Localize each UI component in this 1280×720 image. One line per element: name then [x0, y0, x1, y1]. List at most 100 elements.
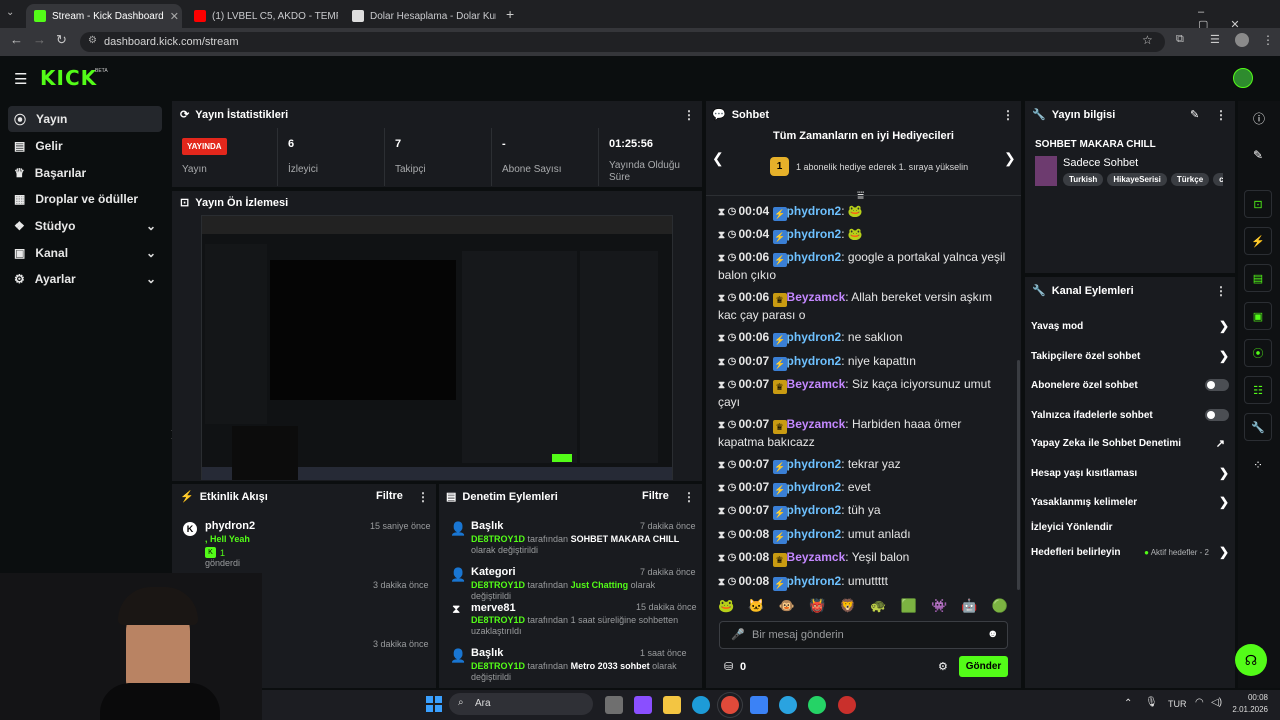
gifters-prev-icon[interactable]: ❮: [712, 150, 724, 167]
chat-scrollbar[interactable]: [1017, 360, 1020, 590]
rail-doc-icon[interactable]: ▤: [1244, 264, 1272, 292]
emote-icon[interactable]: 🤖: [961, 598, 977, 614]
mod-tools-icon[interactable]: ⧗ ◷: [718, 420, 739, 431]
activity-user[interactable]: phydron2: [205, 520, 255, 532]
rail-bolt-icon[interactable]: ⚡: [1244, 227, 1272, 255]
chrome-icon[interactable]: [721, 696, 739, 714]
toggle-switch[interactable]: [1205, 409, 1229, 421]
emote-icon[interactable]: 🟢: [992, 598, 1008, 614]
mod-tools-icon[interactable]: ⧗ ◷: [718, 357, 739, 368]
emote-icon[interactable]: 🟩: [901, 598, 917, 614]
mod-tools-icon[interactable]: ⧗ ◷: [718, 530, 739, 541]
tag[interactable]: Turkish: [1063, 173, 1104, 186]
channel-action-row[interactable]: Yalnızca ifadelerle sohbet: [1031, 407, 1229, 423]
rail-wrench-icon[interactable]: 🔧: [1244, 413, 1272, 441]
sidebar-item-ayarlar[interactable]: ⚙ Ayarlar ⌄: [8, 266, 162, 292]
task-view-icon[interactable]: [605, 696, 623, 714]
emote-icon[interactable]: 🐸: [718, 598, 734, 614]
chevron-right-icon[interactable]: ❯: [1219, 495, 1229, 509]
reload-icon[interactable]: ↻: [56, 32, 67, 48]
mod-tools-icon[interactable]: ⧗ ◷: [718, 293, 739, 304]
edge-icon[interactable]: [692, 696, 710, 714]
chat-username[interactable]: phydron2: [787, 227, 842, 241]
sidebar-item-studyo[interactable]: ❖ Stüdyo ⌄: [8, 213, 162, 239]
external-link-icon[interactable]: ↗: [1216, 437, 1225, 450]
actions-menu-icon[interactable]: ⋮: [1215, 284, 1227, 298]
site-info-icon[interactable]: ⚙: [88, 35, 97, 46]
emote-icon[interactable]: 🐵: [779, 598, 795, 614]
chat-username[interactable]: phydron2: [787, 527, 842, 541]
mod-tools-icon[interactable]: ⧗ ◷: [718, 207, 739, 218]
hamburger-icon[interactable]: ☰: [14, 70, 27, 88]
mod-tools-icon[interactable]: ⧗ ◷: [718, 380, 739, 391]
back-icon[interactable]: ←: [10, 32, 23, 47]
media-icon[interactable]: ☰: [1210, 33, 1220, 46]
channel-action-row[interactable]: Takipçilere özel sohbet ❯: [1031, 348, 1229, 364]
emote-icon[interactable]: 👹: [809, 598, 825, 614]
category-thumbnail[interactable]: [1035, 156, 1057, 186]
browser-menu-icon[interactable]: ⋮: [1262, 33, 1274, 47]
mod-tools-icon[interactable]: ⧗ ◷: [718, 483, 739, 494]
chevron-right-icon[interactable]: ❯: [1219, 545, 1229, 559]
mod-tools-icon[interactable]: ⧗ ◷: [718, 253, 739, 264]
category-name[interactable]: Sadece Sohbet: [1063, 157, 1138, 169]
rail-dots-icon[interactable]: ⁘: [1253, 458, 1263, 472]
toggle-switch[interactable]: [1205, 379, 1229, 391]
mod-tools-icon[interactable]: ⧗ ◷: [718, 553, 739, 564]
url-field[interactable]: dashboard.kick.com/stream: [80, 32, 1165, 52]
tab-dolar[interactable]: Dolar Hesaplama - Dolar Kuru✕: [344, 4, 496, 28]
channel-action-row[interactable]: Hedefleri belirleyin ● Aktif hedefler - 2…: [1031, 544, 1229, 560]
windows-start-icon[interactable]: [426, 696, 442, 712]
send-button[interactable]: Gönder: [959, 656, 1008, 677]
sidebar-item-yayin[interactable]: ⦿ Yayın: [8, 106, 162, 132]
telegram-icon[interactable]: [779, 696, 797, 714]
tab-youtube[interactable]: (1) LVBEL C5, AKDO - TEMP✕: [186, 4, 338, 28]
taskbar-search[interactable]: Ara: [449, 693, 593, 715]
language-indicator[interactable]: TUR: [1168, 699, 1187, 709]
mic-icon[interactable]: 🎤: [731, 628, 745, 641]
channel-action-row[interactable]: Yasaklanmış kelimeler ❯: [1031, 494, 1229, 510]
chat-username[interactable]: Beyzamck: [787, 377, 846, 391]
app-icon[interactable]: [838, 696, 856, 714]
chat-username[interactable]: phydron2: [787, 480, 842, 494]
profile-avatar[interactable]: [1235, 33, 1249, 47]
channel-action-row[interactable]: Abonelere özel sohbet: [1031, 377, 1229, 393]
bookmark-star-icon[interactable]: ☆: [1142, 33, 1153, 47]
rail-user-icon[interactable]: ☷: [1244, 376, 1272, 404]
stats-menu-icon[interactable]: ⋮: [683, 108, 695, 122]
chevron-right-icon[interactable]: ❯: [1219, 349, 1229, 363]
new-tab-icon[interactable]: +: [506, 6, 514, 22]
forward-icon[interactable]: →: [33, 32, 46, 47]
rail-preview-icon[interactable]: ⊡: [1244, 190, 1272, 218]
clock-date[interactable]: 2.01.2026: [1226, 705, 1268, 714]
emote-icon[interactable]: 🐢: [870, 598, 886, 614]
channel-action-row[interactable]: Yapay Zeka ile Sohbet Denetimi ↗: [1031, 435, 1229, 451]
support-button[interactable]: ☊: [1235, 644, 1267, 676]
rail-broadcast-icon[interactable]: ⦿: [1244, 339, 1272, 367]
mod-tools-icon[interactable]: ⧗ ◷: [718, 230, 739, 241]
copilot-icon[interactable]: [634, 696, 652, 714]
gifters-next-icon[interactable]: ❯: [1004, 150, 1016, 167]
chat-username[interactable]: phydron2: [787, 204, 842, 218]
activity-menu-icon[interactable]: ⋮: [417, 490, 429, 504]
info-menu-icon[interactable]: ⋮: [1215, 108, 1227, 122]
tag[interactable]: Türkçe: [1170, 173, 1210, 186]
chat-username[interactable]: Beyzamck: [787, 290, 846, 304]
tab-list-icon[interactable]: ⌄: [6, 7, 14, 18]
edit-pencil-icon[interactable]: ✎: [1190, 108, 1199, 121]
chat-settings-icon[interactable]: ⚙: [938, 660, 948, 673]
chat-username[interactable]: phydron2: [787, 330, 842, 344]
moderation-filter-button[interactable]: Filtre: [642, 490, 669, 502]
activity-filter-button[interactable]: Filtre: [376, 490, 403, 502]
sidebar-item-droplar[interactable]: ▦ Droplar ve ödüller: [8, 186, 162, 212]
extensions-icon[interactable]: ⧉: [1176, 33, 1184, 46]
tab-kick-dashboard[interactable]: Stream - Kick Dashboard ✕: [26, 4, 182, 28]
chat-username[interactable]: Beyzamck: [787, 417, 846, 431]
mod-tools-icon[interactable]: ⧗ ◷: [718, 333, 739, 344]
mod-tools-icon[interactable]: ⧗ ◷: [718, 506, 739, 517]
chat-menu-icon[interactable]: ⋮: [1002, 108, 1014, 122]
mic-tray-icon[interactable]: 🎙: [1145, 697, 1158, 708]
chat-username[interactable]: phydron2: [787, 250, 842, 264]
kick-logo[interactable]: KICK: [40, 66, 97, 90]
tag[interactable]: c: [1213, 173, 1223, 186]
